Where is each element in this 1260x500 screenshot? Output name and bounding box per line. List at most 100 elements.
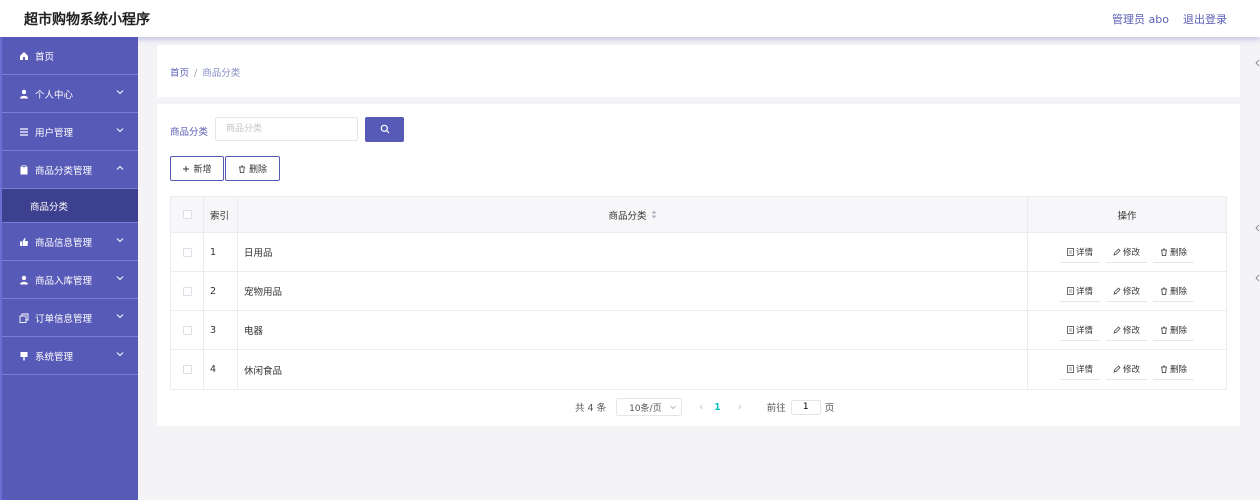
chevron-down-icon — [116, 128, 124, 133]
sidebar-item-category-management[interactable]: 商品分类管理 — [2, 151, 138, 189]
batch-delete-button[interactable]: 删除 — [225, 156, 280, 181]
menu-icon — [20, 127, 28, 136]
row-ops: 详情 修改 删除 — [1028, 272, 1226, 310]
sidebar-item-label: 商品分类管理 — [35, 165, 93, 177]
detail-button[interactable]: 详情 — [1059, 359, 1100, 380]
detail-label: 详情 — [1075, 286, 1093, 297]
detail-button[interactable]: 详情 — [1059, 241, 1100, 263]
table-row: 1 日用品 详情 修改 删除 — [171, 233, 1226, 272]
edit-icon — [1113, 248, 1121, 255]
row-name: 电器 — [238, 311, 1028, 349]
row-ops: 详情 修改 删除 — [1028, 350, 1226, 389]
total-count: 共 4 条 — [575, 403, 607, 414]
sidebar-item-home[interactable]: 首页 — [2, 37, 138, 75]
document-icon — [1067, 286, 1074, 295]
add-button[interactable]: 新增 — [170, 156, 224, 181]
delete-button[interactable]: 删除 — [1153, 280, 1195, 302]
chevron-down-icon — [670, 405, 676, 410]
sidebar-item-label: 系统管理 — [35, 351, 74, 363]
page-number-current[interactable]: 1 — [714, 402, 721, 413]
search-icon — [380, 124, 389, 134]
category-table: 索引 商品分类 操作 1 日用品 详情 修改 删除 2 宠物用品 详情 修改 删… — [170, 196, 1227, 390]
delete-label: 删除 — [1170, 365, 1188, 375]
delete-label: 删除 — [1170, 247, 1188, 258]
table-header-row: 索引 商品分类 操作 — [171, 197, 1226, 233]
row-name: 宠物用品 — [238, 272, 1028, 310]
edit-icon — [1113, 365, 1121, 373]
logout-link[interactable]: 退出登录 — [1183, 11, 1227, 27]
row-check-cell — [171, 350, 204, 389]
goto-page-input[interactable] — [790, 399, 821, 415]
delete-button[interactable]: 删除 — [1153, 241, 1195, 263]
pin-icon — [20, 351, 28, 360]
app-title: 超市购物系统小程序 — [24, 12, 150, 28]
row-checkbox[interactable] — [182, 247, 192, 257]
prev-page-button[interactable]: ‹ — [696, 402, 706, 413]
sidebar-item-label: 订单信息管理 — [35, 313, 93, 325]
row-ops: 详情 修改 删除 — [1028, 233, 1226, 271]
page-size-value: 10条/页 — [629, 403, 662, 414]
row-checkbox[interactable] — [182, 325, 192, 335]
breadcrumb-card: 首页 / 商品分类 — [157, 45, 1240, 97]
search-input[interactable] — [215, 117, 358, 141]
sidebar-item-personal-center[interactable]: 个人中心 — [2, 75, 138, 113]
pagination: 共 4 条 10条/页 ‹ 1 › 前往 页 — [575, 398, 834, 416]
sort-icon[interactable] — [651, 210, 657, 219]
trash-icon — [1161, 365, 1167, 373]
sidebar-item-stock-in[interactable]: 商品入库管理 — [2, 261, 138, 299]
thumbs-icon — [20, 237, 28, 246]
row-name: 日用品 — [238, 233, 1028, 271]
breadcrumb-current: 商品分类 — [202, 68, 241, 79]
header-name-cell[interactable]: 商品分类 — [238, 197, 1028, 232]
sidebar-item-label: 首页 — [35, 51, 55, 63]
select-all-checkbox[interactable] — [182, 210, 192, 219]
breadcrumb-home[interactable]: 首页 — [170, 68, 189, 79]
sidebar-item-system[interactable]: 系统管理 — [2, 337, 138, 375]
copy-icon — [19, 313, 29, 323]
edit-button[interactable]: 修改 — [1105, 319, 1147, 341]
edit-label: 修改 — [1122, 365, 1140, 375]
sidebar-item-orders[interactable]: 订单信息管理 — [2, 299, 138, 337]
page-size-select[interactable]: 10条/页 — [616, 398, 683, 416]
delete-label: 删除 — [1170, 286, 1188, 297]
detail-button[interactable]: 详情 — [1059, 319, 1100, 341]
edit-button[interactable]: 修改 — [1105, 280, 1147, 302]
chevron-down-icon — [116, 90, 124, 95]
breadcrumb: 首页 / 商品分类 — [170, 65, 240, 79]
edit-button[interactable]: 修改 — [1105, 241, 1147, 263]
sidebar-item-product-info[interactable]: 商品信息管理 — [2, 223, 138, 261]
plus-icon — [183, 165, 190, 172]
clipboard-icon — [20, 164, 28, 174]
edit-button[interactable]: 修改 — [1105, 359, 1147, 380]
delete-button[interactable]: 删除 — [1153, 359, 1195, 380]
chevron-up-icon — [116, 165, 124, 170]
home-icon — [20, 51, 28, 60]
document-icon — [1067, 247, 1074, 256]
row-check-cell — [171, 272, 204, 310]
add-button-label: 新增 — [193, 165, 212, 175]
sidebar: 首页 个人中心 用户管理 商品分类管理 商品分类 商品信息管理 商品入库管理 订… — [0, 37, 138, 500]
sidebar-subitem-label: 商品分类 — [30, 201, 69, 213]
sidebar-item-label: 商品入库管理 — [35, 275, 93, 287]
row-ops: 详情 修改 删除 — [1028, 311, 1226, 349]
chevron-down-icon — [116, 238, 124, 243]
detail-button[interactable]: 详情 — [1059, 280, 1100, 302]
row-checkbox[interactable] — [182, 286, 192, 296]
search-button[interactable] — [365, 117, 404, 142]
sidebar-subitem-category[interactable]: 商品分类 — [2, 189, 138, 223]
chevron-down-icon — [116, 352, 124, 357]
edit-label: 修改 — [1122, 325, 1140, 336]
row-check-cell — [171, 233, 204, 271]
trash-icon — [238, 165, 245, 173]
table-row: 3 电器 详情 修改 删除 — [171, 311, 1226, 350]
top-bar: 超市购物系统小程序 管理员 abo 退出登录 — [0, 0, 1260, 37]
trash-icon — [1161, 248, 1167, 256]
delete-button[interactable]: 删除 — [1153, 319, 1195, 341]
user-label: 管理员 abo — [1112, 13, 1169, 26]
table-row: 2 宠物用品 详情 修改 删除 — [171, 272, 1226, 311]
sidebar-item-user-management[interactable]: 用户管理 — [2, 113, 138, 151]
document-icon — [1067, 365, 1074, 373]
scrollbar[interactable] — [1254, 45, 1260, 305]
next-page-button[interactable]: › — [735, 402, 745, 413]
row-checkbox[interactable] — [182, 365, 192, 374]
